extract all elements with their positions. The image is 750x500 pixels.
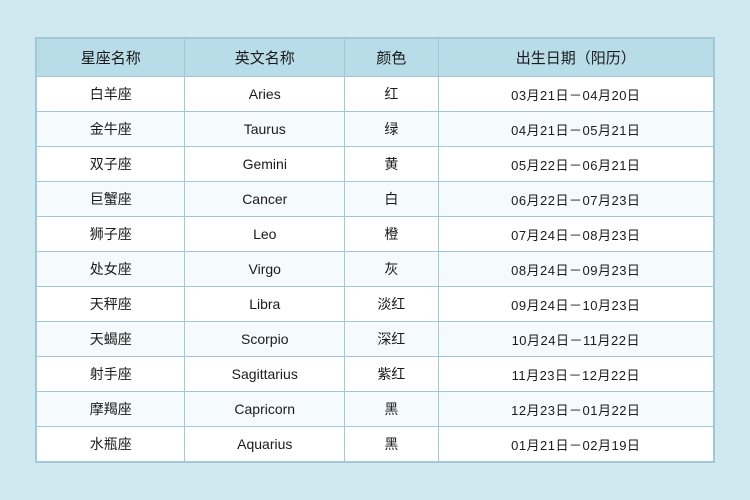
- cell-date: 10月24日－11月22日: [438, 322, 713, 357]
- cell-english: Taurus: [185, 112, 345, 147]
- cell-chinese: 白羊座: [37, 77, 185, 112]
- col-header-color: 颜色: [345, 39, 438, 77]
- cell-english: Virgo: [185, 252, 345, 287]
- cell-chinese: 金牛座: [37, 112, 185, 147]
- cell-english: Scorpio: [185, 322, 345, 357]
- col-header-english: 英文名称: [185, 39, 345, 77]
- cell-english: Sagittarius: [185, 357, 345, 392]
- zodiac-table-container: 星座名称 英文名称 颜色 出生日期（阳历） 白羊座Aries红03月21日－04…: [35, 37, 715, 463]
- col-header-chinese: 星座名称: [37, 39, 185, 77]
- cell-date: 04月21日－05月21日: [438, 112, 713, 147]
- cell-english: Capricorn: [185, 392, 345, 427]
- cell-color: 淡红: [345, 287, 438, 322]
- table-row: 摩羯座Capricorn黑12月23日－01月22日: [37, 392, 714, 427]
- table-row: 金牛座Taurus绿04月21日－05月21日: [37, 112, 714, 147]
- cell-color: 深红: [345, 322, 438, 357]
- cell-color: 灰: [345, 252, 438, 287]
- cell-chinese: 天蝎座: [37, 322, 185, 357]
- table-row: 射手座Sagittarius紫红11月23日－12月22日: [37, 357, 714, 392]
- cell-english: Leo: [185, 217, 345, 252]
- table-row: 狮子座Leo橙07月24日－08月23日: [37, 217, 714, 252]
- cell-chinese: 处女座: [37, 252, 185, 287]
- cell-date: 05月22日－06月21日: [438, 147, 713, 182]
- cell-date: 12月23日－01月22日: [438, 392, 713, 427]
- table-row: 巨蟹座Cancer白06月22日－07月23日: [37, 182, 714, 217]
- cell-chinese: 双子座: [37, 147, 185, 182]
- cell-chinese: 射手座: [37, 357, 185, 392]
- cell-chinese: 狮子座: [37, 217, 185, 252]
- cell-english: Aries: [185, 77, 345, 112]
- col-header-date: 出生日期（阳历）: [438, 39, 713, 77]
- table-row: 双子座Gemini黄05月22日－06月21日: [37, 147, 714, 182]
- cell-english: Cancer: [185, 182, 345, 217]
- table-row: 白羊座Aries红03月21日－04月20日: [37, 77, 714, 112]
- cell-chinese: 摩羯座: [37, 392, 185, 427]
- cell-english: Gemini: [185, 147, 345, 182]
- cell-color: 黑: [345, 427, 438, 462]
- cell-date: 09月24日－10月23日: [438, 287, 713, 322]
- cell-chinese: 天秤座: [37, 287, 185, 322]
- cell-date: 06月22日－07月23日: [438, 182, 713, 217]
- cell-date: 01月21日－02月19日: [438, 427, 713, 462]
- cell-date: 07月24日－08月23日: [438, 217, 713, 252]
- zodiac-table: 星座名称 英文名称 颜色 出生日期（阳历） 白羊座Aries红03月21日－04…: [36, 38, 714, 462]
- cell-color: 白: [345, 182, 438, 217]
- cell-color: 黄: [345, 147, 438, 182]
- cell-date: 08月24日－09月23日: [438, 252, 713, 287]
- cell-date: 11月23日－12月22日: [438, 357, 713, 392]
- cell-chinese: 水瓶座: [37, 427, 185, 462]
- cell-english: Aquarius: [185, 427, 345, 462]
- table-row: 处女座Virgo灰08月24日－09月23日: [37, 252, 714, 287]
- cell-color: 橙: [345, 217, 438, 252]
- table-row: 天蝎座Scorpio深红10月24日－11月22日: [37, 322, 714, 357]
- table-row: 天秤座Libra淡红09月24日－10月23日: [37, 287, 714, 322]
- cell-english: Libra: [185, 287, 345, 322]
- cell-color: 紫红: [345, 357, 438, 392]
- table-header-row: 星座名称 英文名称 颜色 出生日期（阳历）: [37, 39, 714, 77]
- cell-chinese: 巨蟹座: [37, 182, 185, 217]
- cell-color: 红: [345, 77, 438, 112]
- cell-date: 03月21日－04月20日: [438, 77, 713, 112]
- table-row: 水瓶座Aquarius黑01月21日－02月19日: [37, 427, 714, 462]
- cell-color: 黑: [345, 392, 438, 427]
- cell-color: 绿: [345, 112, 438, 147]
